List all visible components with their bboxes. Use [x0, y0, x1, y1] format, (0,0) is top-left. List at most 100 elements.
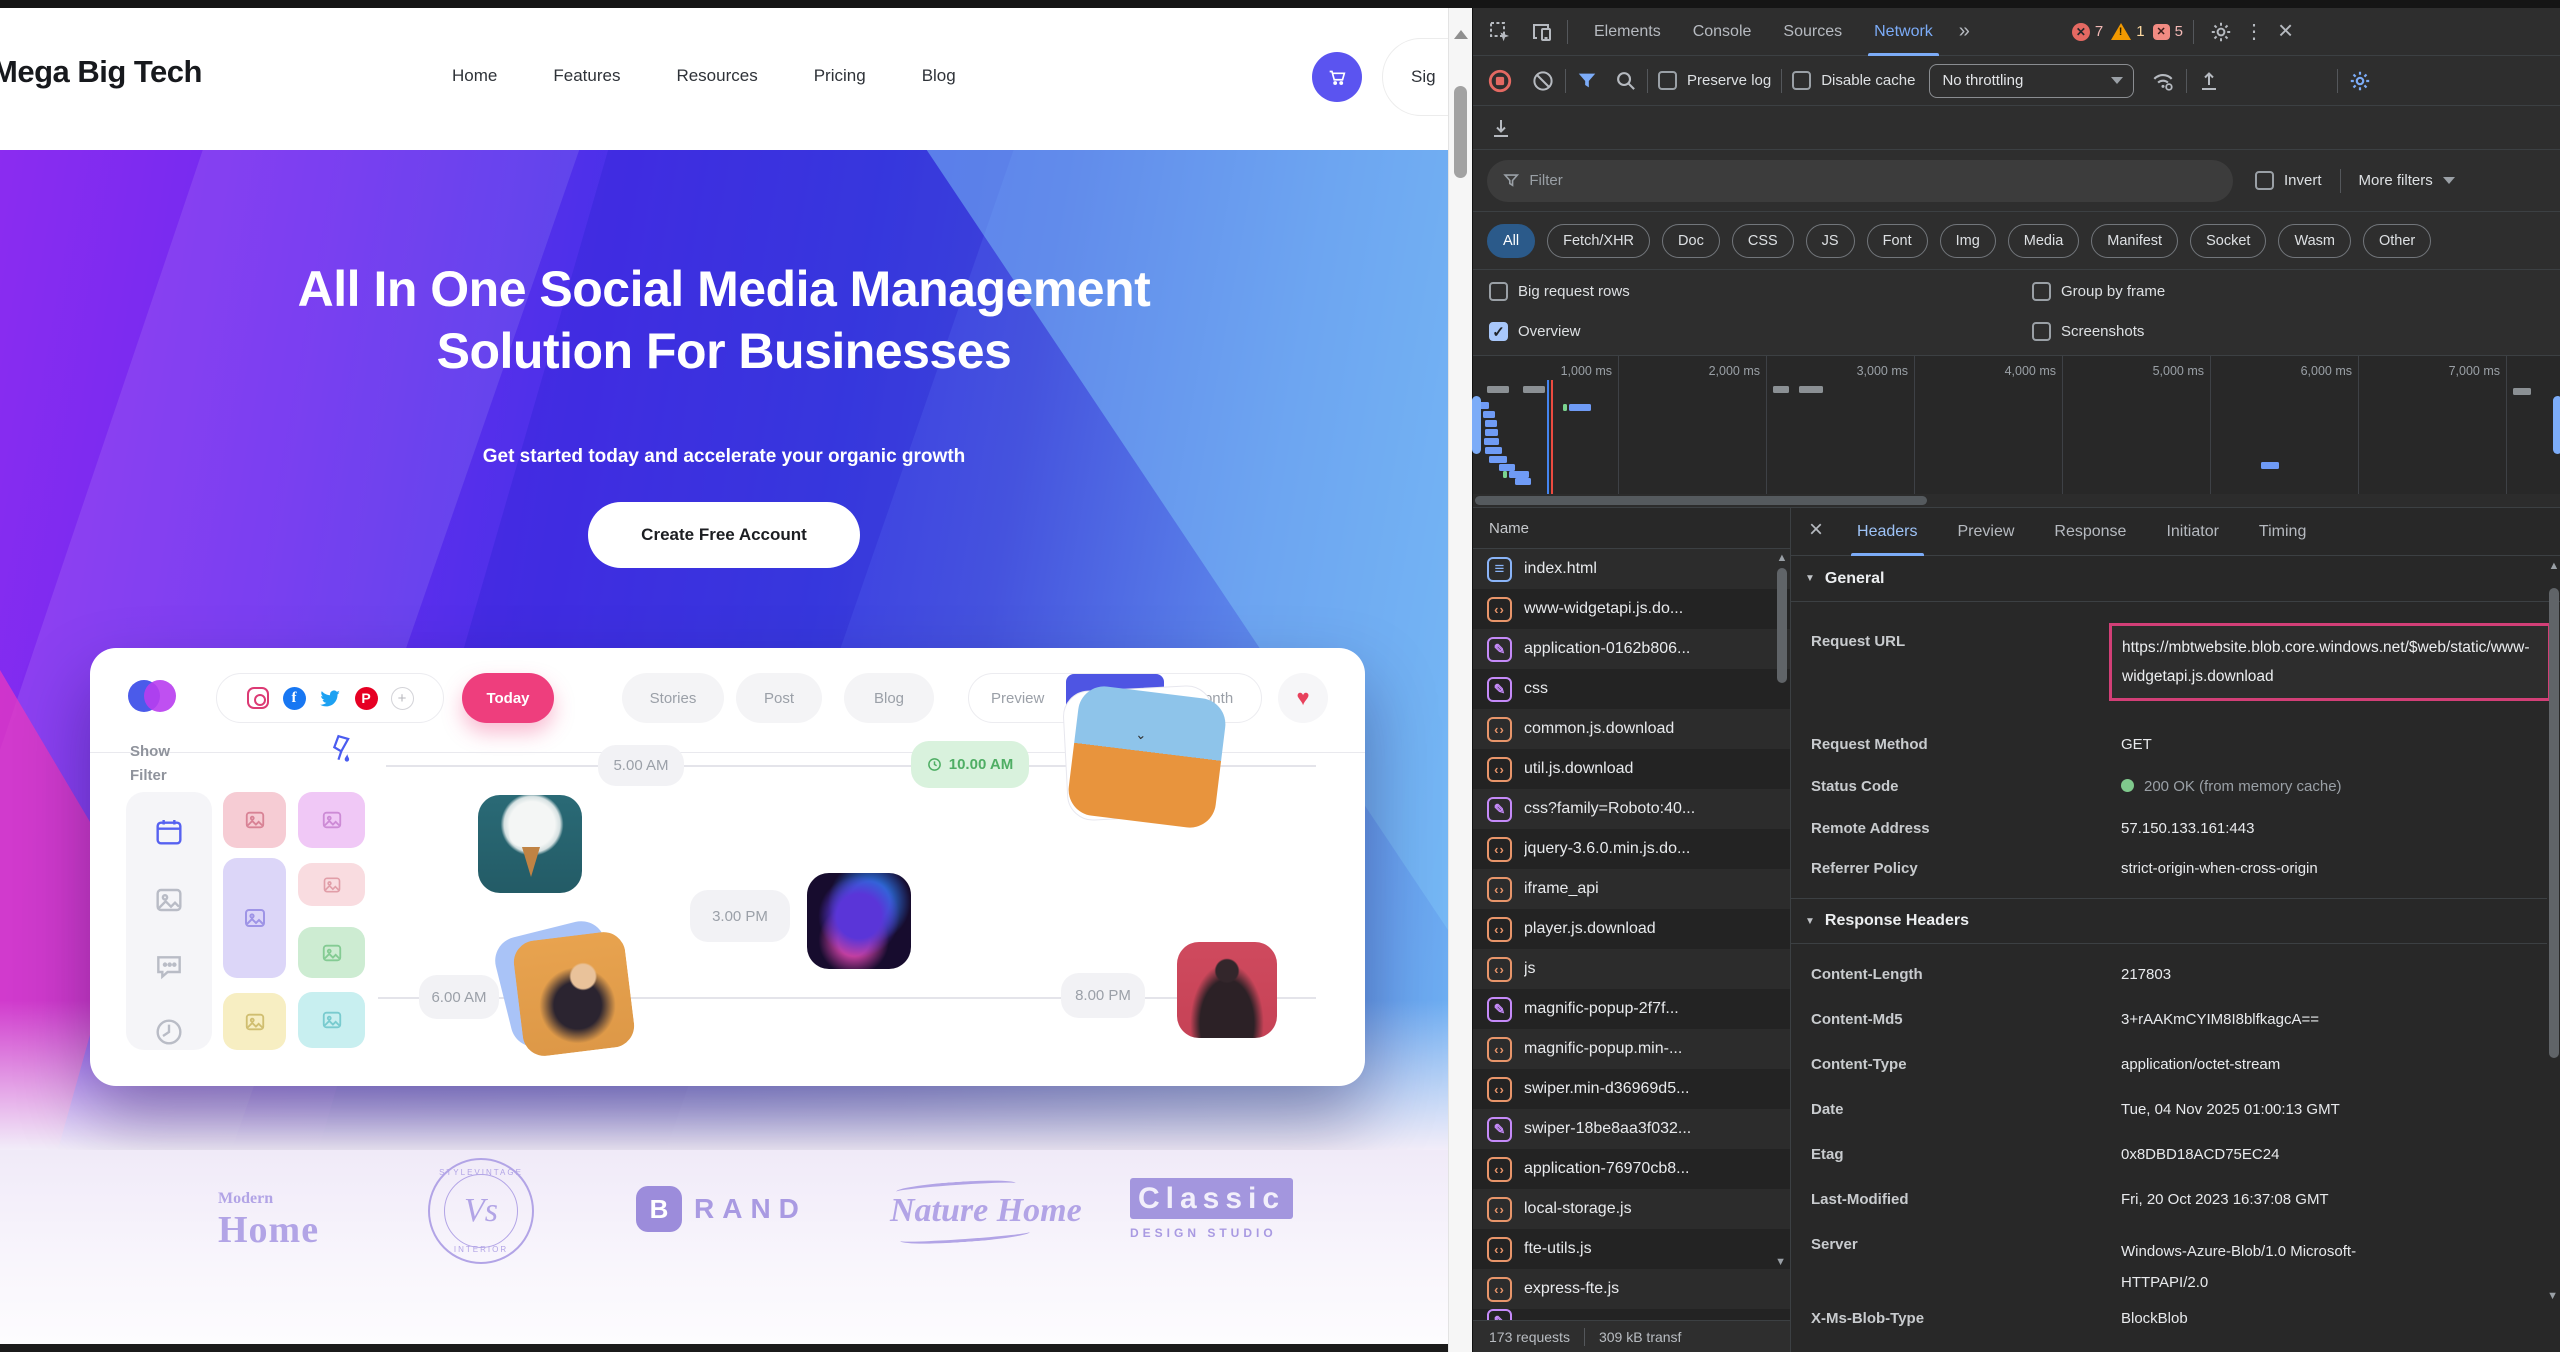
chip-other[interactable]: Other — [2363, 224, 2431, 258]
chip-css[interactable]: CSS — [1732, 224, 1794, 258]
scrollbar-thumb[interactable] — [1475, 496, 1927, 505]
tab-sources[interactable]: Sources — [1767, 8, 1858, 56]
filter-funnel-icon[interactable] — [1576, 70, 1598, 92]
close-details-icon[interactable]: × — [1801, 518, 1837, 546]
overview-left-handle[interactable] — [1472, 396, 1481, 454]
preserve-log-checkbox[interactable] — [1658, 71, 1677, 90]
add-account-icon[interactable]: + — [390, 686, 414, 710]
thumb-tile[interactable] — [298, 927, 365, 978]
chip-socket[interactable]: Socket — [2190, 224, 2266, 258]
photo-man[interactable] — [1177, 942, 1277, 1038]
facebook-icon[interactable]: f — [282, 686, 306, 710]
general-section-header[interactable]: ▼ General — [1791, 556, 2560, 602]
more-tabs-icon[interactable]: » — [1949, 20, 1980, 43]
kebab-menu-icon[interactable]: ⋮ — [2236, 19, 2272, 44]
tab-elements[interactable]: Elements — [1578, 8, 1677, 56]
details-scrollbar[interactable]: ▲ — [2548, 560, 2560, 1058]
throttling-select[interactable]: No throttling — [1929, 64, 2134, 98]
request-row[interactable]: local-storage.js — [1473, 1189, 1790, 1229]
post-button[interactable]: Post — [736, 673, 822, 723]
thumb-tile[interactable] — [223, 993, 286, 1050]
more-filters-button[interactable]: More filters — [2359, 172, 2455, 189]
calendar-icon[interactable] — [153, 816, 185, 848]
pen-icon[interactable] — [327, 732, 361, 768]
big-request-rows-checkbox[interactable] — [1489, 282, 1508, 301]
tab-network[interactable]: Network — [1858, 8, 1949, 56]
network-settings-gear-icon[interactable] — [2348, 69, 2372, 93]
thumb-tile[interactable] — [298, 992, 365, 1048]
request-row[interactable]: util.js.download — [1473, 749, 1790, 789]
overview-checkbox[interactable]: ✓ — [1489, 322, 1508, 341]
photo-beach[interactable] — [1066, 683, 1229, 830]
request-row[interactable]: magnific-popup-2f7f... — [1473, 989, 1790, 1029]
thumb-tile[interactable] — [298, 792, 365, 848]
request-row[interactable]: jquery-3.6.0.min.js.do... — [1473, 829, 1790, 869]
photo-neon-face[interactable] — [807, 873, 911, 969]
request-row[interactable]: application-0162b806... — [1473, 629, 1790, 669]
request-url-value[interactable]: https://mbtwebsite.blob.core.windows.net… — [2109, 623, 2551, 701]
chip-doc[interactable]: Doc — [1662, 224, 1720, 258]
thumb-tile[interactable] — [223, 858, 286, 978]
scroll-up-arrow[interactable] — [1454, 30, 1468, 39]
chip-media[interactable]: Media — [2008, 224, 2080, 258]
photo-icecream[interactable] — [478, 795, 582, 893]
scrollbar-thumb[interactable] — [1454, 86, 1467, 178]
request-row[interactable]: www-widgetapi.js.do... — [1473, 589, 1790, 629]
overview-right-handle[interactable] — [2553, 396, 2560, 454]
request-row[interactable]: iframe_api — [1473, 869, 1790, 909]
request-row[interactable]: css — [1473, 669, 1790, 709]
network-overview[interactable]: 1,000 ms 2,000 ms 3,000 ms 4,000 ms 5,00… — [1473, 356, 2560, 494]
request-row[interactable]: player.js.download — [1473, 909, 1790, 949]
instagram-icon[interactable] — [246, 686, 270, 710]
tab-timing[interactable]: Timing — [2239, 508, 2326, 556]
import-har-icon[interactable] — [2197, 69, 2221, 93]
filter-input[interactable] — [1529, 172, 2217, 189]
today-button[interactable]: Today — [462, 673, 554, 723]
pinterest-icon[interactable]: P — [354, 686, 378, 710]
scrollbar-thumb[interactable] — [1777, 568, 1787, 683]
name-column-header[interactable]: Name — [1473, 508, 1790, 549]
close-devtools-icon[interactable]: × — [2272, 17, 2303, 47]
chip-js[interactable]: JS — [1806, 224, 1855, 258]
twitter-icon[interactable] — [318, 686, 342, 710]
device-toolbar-icon[interactable] — [1527, 17, 1557, 47]
screenshots-checkbox[interactable] — [2032, 322, 2051, 341]
thumb-tile[interactable] — [223, 792, 286, 848]
image-icon[interactable] — [153, 884, 185, 916]
request-row[interactable]: index.html — [1473, 549, 1790, 589]
request-row-partial[interactable] — [1473, 1309, 1790, 1320]
error-badge[interactable]: ✕ 7 — [2072, 23, 2103, 41]
request-row[interactable]: css?family=Roboto:40... — [1473, 789, 1790, 829]
comment-icon[interactable] — [153, 950, 185, 982]
tab-response[interactable]: Response — [2034, 508, 2146, 556]
scrollbar-thumb[interactable] — [2549, 588, 2559, 1058]
request-row[interactable]: common.js.download — [1473, 709, 1790, 749]
scroll-down-arrow[interactable]: ▼ — [2547, 1290, 2558, 1302]
disable-cache-checkbox[interactable] — [1792, 71, 1811, 90]
clock-icon[interactable] — [153, 1016, 185, 1048]
scroll-up-arrow[interactable]: ▲ — [2548, 560, 2560, 572]
search-icon[interactable] — [1614, 69, 1637, 92]
request-row[interactable]: magnific-popup.min-... — [1473, 1029, 1790, 1069]
request-row[interactable]: fte-utils.js — [1473, 1229, 1790, 1269]
request-row[interactable]: swiper.min-d36969d5... — [1473, 1069, 1790, 1109]
invert-checkbox[interactable] — [2255, 171, 2274, 190]
chip-img[interactable]: Img — [1940, 224, 1996, 258]
issues-badge[interactable]: ✕ 5 — [2153, 23, 2183, 40]
response-headers-section-header[interactable]: ▼ Response Headers — [1791, 898, 2547, 944]
network-conditions-icon[interactable] — [2150, 68, 2176, 94]
request-row[interactable]: express-fte.js — [1473, 1269, 1790, 1309]
tab-headers[interactable]: Headers — [1837, 508, 1937, 556]
sign-up-button[interactable]: Sig — [1382, 38, 1448, 116]
filter-input-box[interactable] — [1487, 160, 2233, 202]
list-scrollbar[interactable]: ▲ — [1776, 552, 1788, 687]
clear-icon[interactable] — [1531, 69, 1555, 93]
tab-console[interactable]: Console — [1677, 8, 1768, 56]
blog-button[interactable]: Blog — [844, 673, 934, 723]
request-row[interactable]: swiper-18be8aa3f032... — [1473, 1109, 1790, 1149]
chip-font[interactable]: Font — [1867, 224, 1928, 258]
nav-pricing[interactable]: Pricing — [814, 66, 866, 86]
nav-features[interactable]: Features — [553, 66, 620, 86]
favorite-button[interactable]: ♥ — [1278, 673, 1328, 723]
warning-badge[interactable]: 1 — [2111, 23, 2144, 40]
